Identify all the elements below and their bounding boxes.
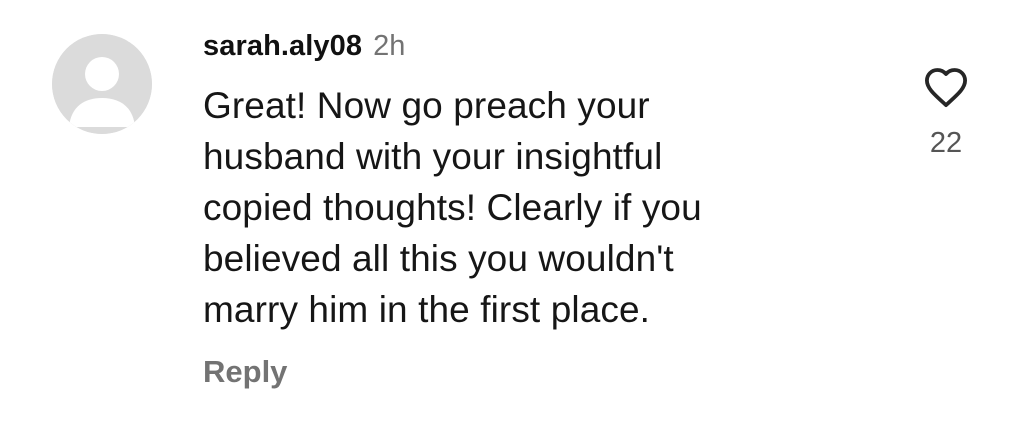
reply-button[interactable]: Reply <box>203 354 287 390</box>
avatar[interactable] <box>52 34 152 134</box>
comment-text-line: believed all this you wouldn't <box>203 238 674 279</box>
comment-text-line: husband with your insightful <box>203 136 663 177</box>
like-control: 22 <box>918 66 974 160</box>
like-count: 22 <box>929 127 963 159</box>
comment-text-line: marry him in the first place. <box>203 289 651 330</box>
username-link[interactable]: sarah.aly08 <box>203 30 362 63</box>
comment-text-line: copied thoughts! Clearly if you <box>203 187 702 228</box>
comment-text: Great! Now go preach your husband with y… <box>203 80 843 335</box>
comment-timestamp: 2h <box>373 30 406 62</box>
heart-outline-icon[interactable] <box>923 66 969 108</box>
comment-item: sarah.aly08 2h Great! Now go preach your… <box>0 0 1024 429</box>
comment-content: sarah.aly08 2h Great! Now go preach your… <box>203 30 853 390</box>
default-avatar-icon <box>52 34 152 134</box>
comment-meta: sarah.aly08 2h <box>203 30 853 76</box>
comment-text-line: Great! Now go preach your <box>203 85 650 126</box>
